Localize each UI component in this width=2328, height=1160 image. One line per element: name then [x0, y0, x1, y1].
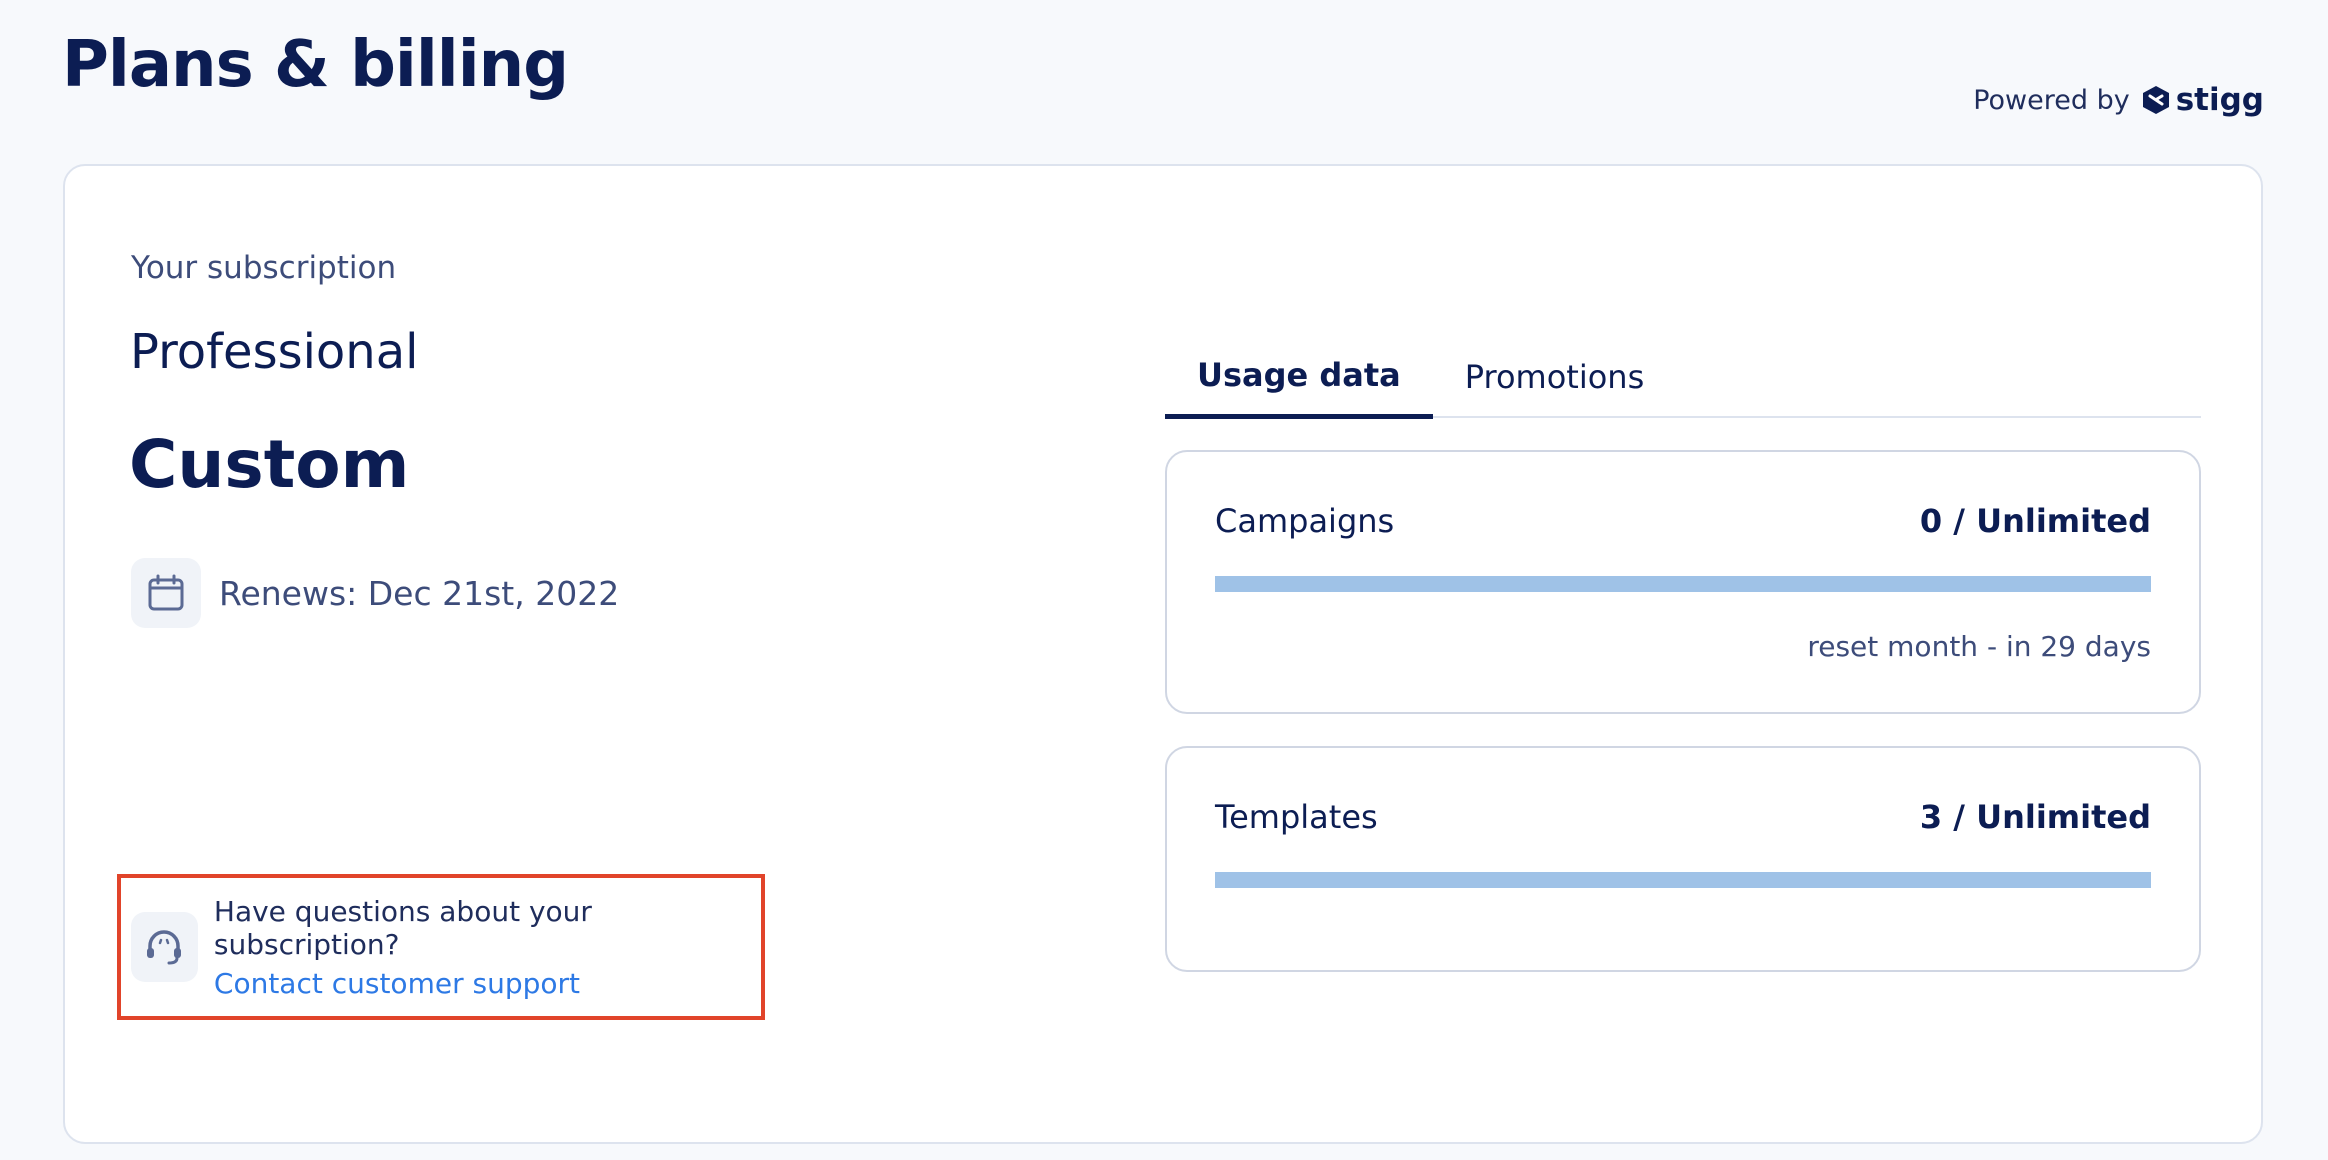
plan-name: Professional [130, 324, 419, 380]
support-question: Have questions about your subscription? [213, 894, 592, 961]
headset-icon [131, 912, 198, 982]
plans-billing-page: Plans & billing Powered by stigg Your su… [0, 0, 2328, 1160]
renewal-date: Renews: Dec 21st, 2022 [219, 573, 620, 613]
usage-name: Campaigns [1215, 502, 1395, 540]
support-text: Have questions about your subscription? … [214, 895, 761, 1000]
support-section: Have questions about your subscription? … [117, 874, 765, 1020]
subscription-label: Your subscription [131, 250, 397, 286]
stigg-logo-icon [2142, 86, 2169, 114]
usage-card-templates: Templates 3 / Unlimited [1165, 746, 2201, 972]
usage-value: 3 / Unlimited [1919, 798, 2151, 836]
usage-name: Templates [1215, 798, 1378, 836]
calendar-icon [131, 558, 201, 628]
usage-card-campaigns: Campaigns 0 / Unlimited reset month - in… [1165, 450, 2201, 714]
usage-progress-bar [1215, 872, 2151, 888]
stigg-logo-text: stigg [2175, 82, 2264, 118]
tab-bar: Usage data Promotions [1165, 336, 2201, 419]
subscription-card: Your subscription Professional Custom Re… [63, 164, 2263, 1144]
page-title: Plans & billing [62, 28, 569, 102]
usage-card-header: Campaigns 0 / Unlimited [1215, 502, 2151, 540]
powered-by-label: Powered by [1973, 84, 2130, 116]
usage-card-header: Templates 3 / Unlimited [1215, 798, 2151, 836]
renewal-info: Renews: Dec 21st, 2022 [131, 558, 619, 628]
usage-progress-bar [1215, 576, 2151, 592]
contact-support-link[interactable]: Contact customer support [214, 967, 761, 1000]
powered-by: Powered by stigg [1973, 82, 2264, 118]
plan-price: Custom [129, 426, 410, 503]
usage-value: 0 / Unlimited [1919, 502, 2151, 540]
stigg-logo[interactable]: stigg [2140, 82, 2264, 118]
usage-reset-info: reset month - in 29 days [1807, 630, 2151, 663]
tab-usage-data[interactable]: Usage data [1165, 336, 1433, 419]
tab-promotions[interactable]: Promotions [1433, 336, 1676, 418]
